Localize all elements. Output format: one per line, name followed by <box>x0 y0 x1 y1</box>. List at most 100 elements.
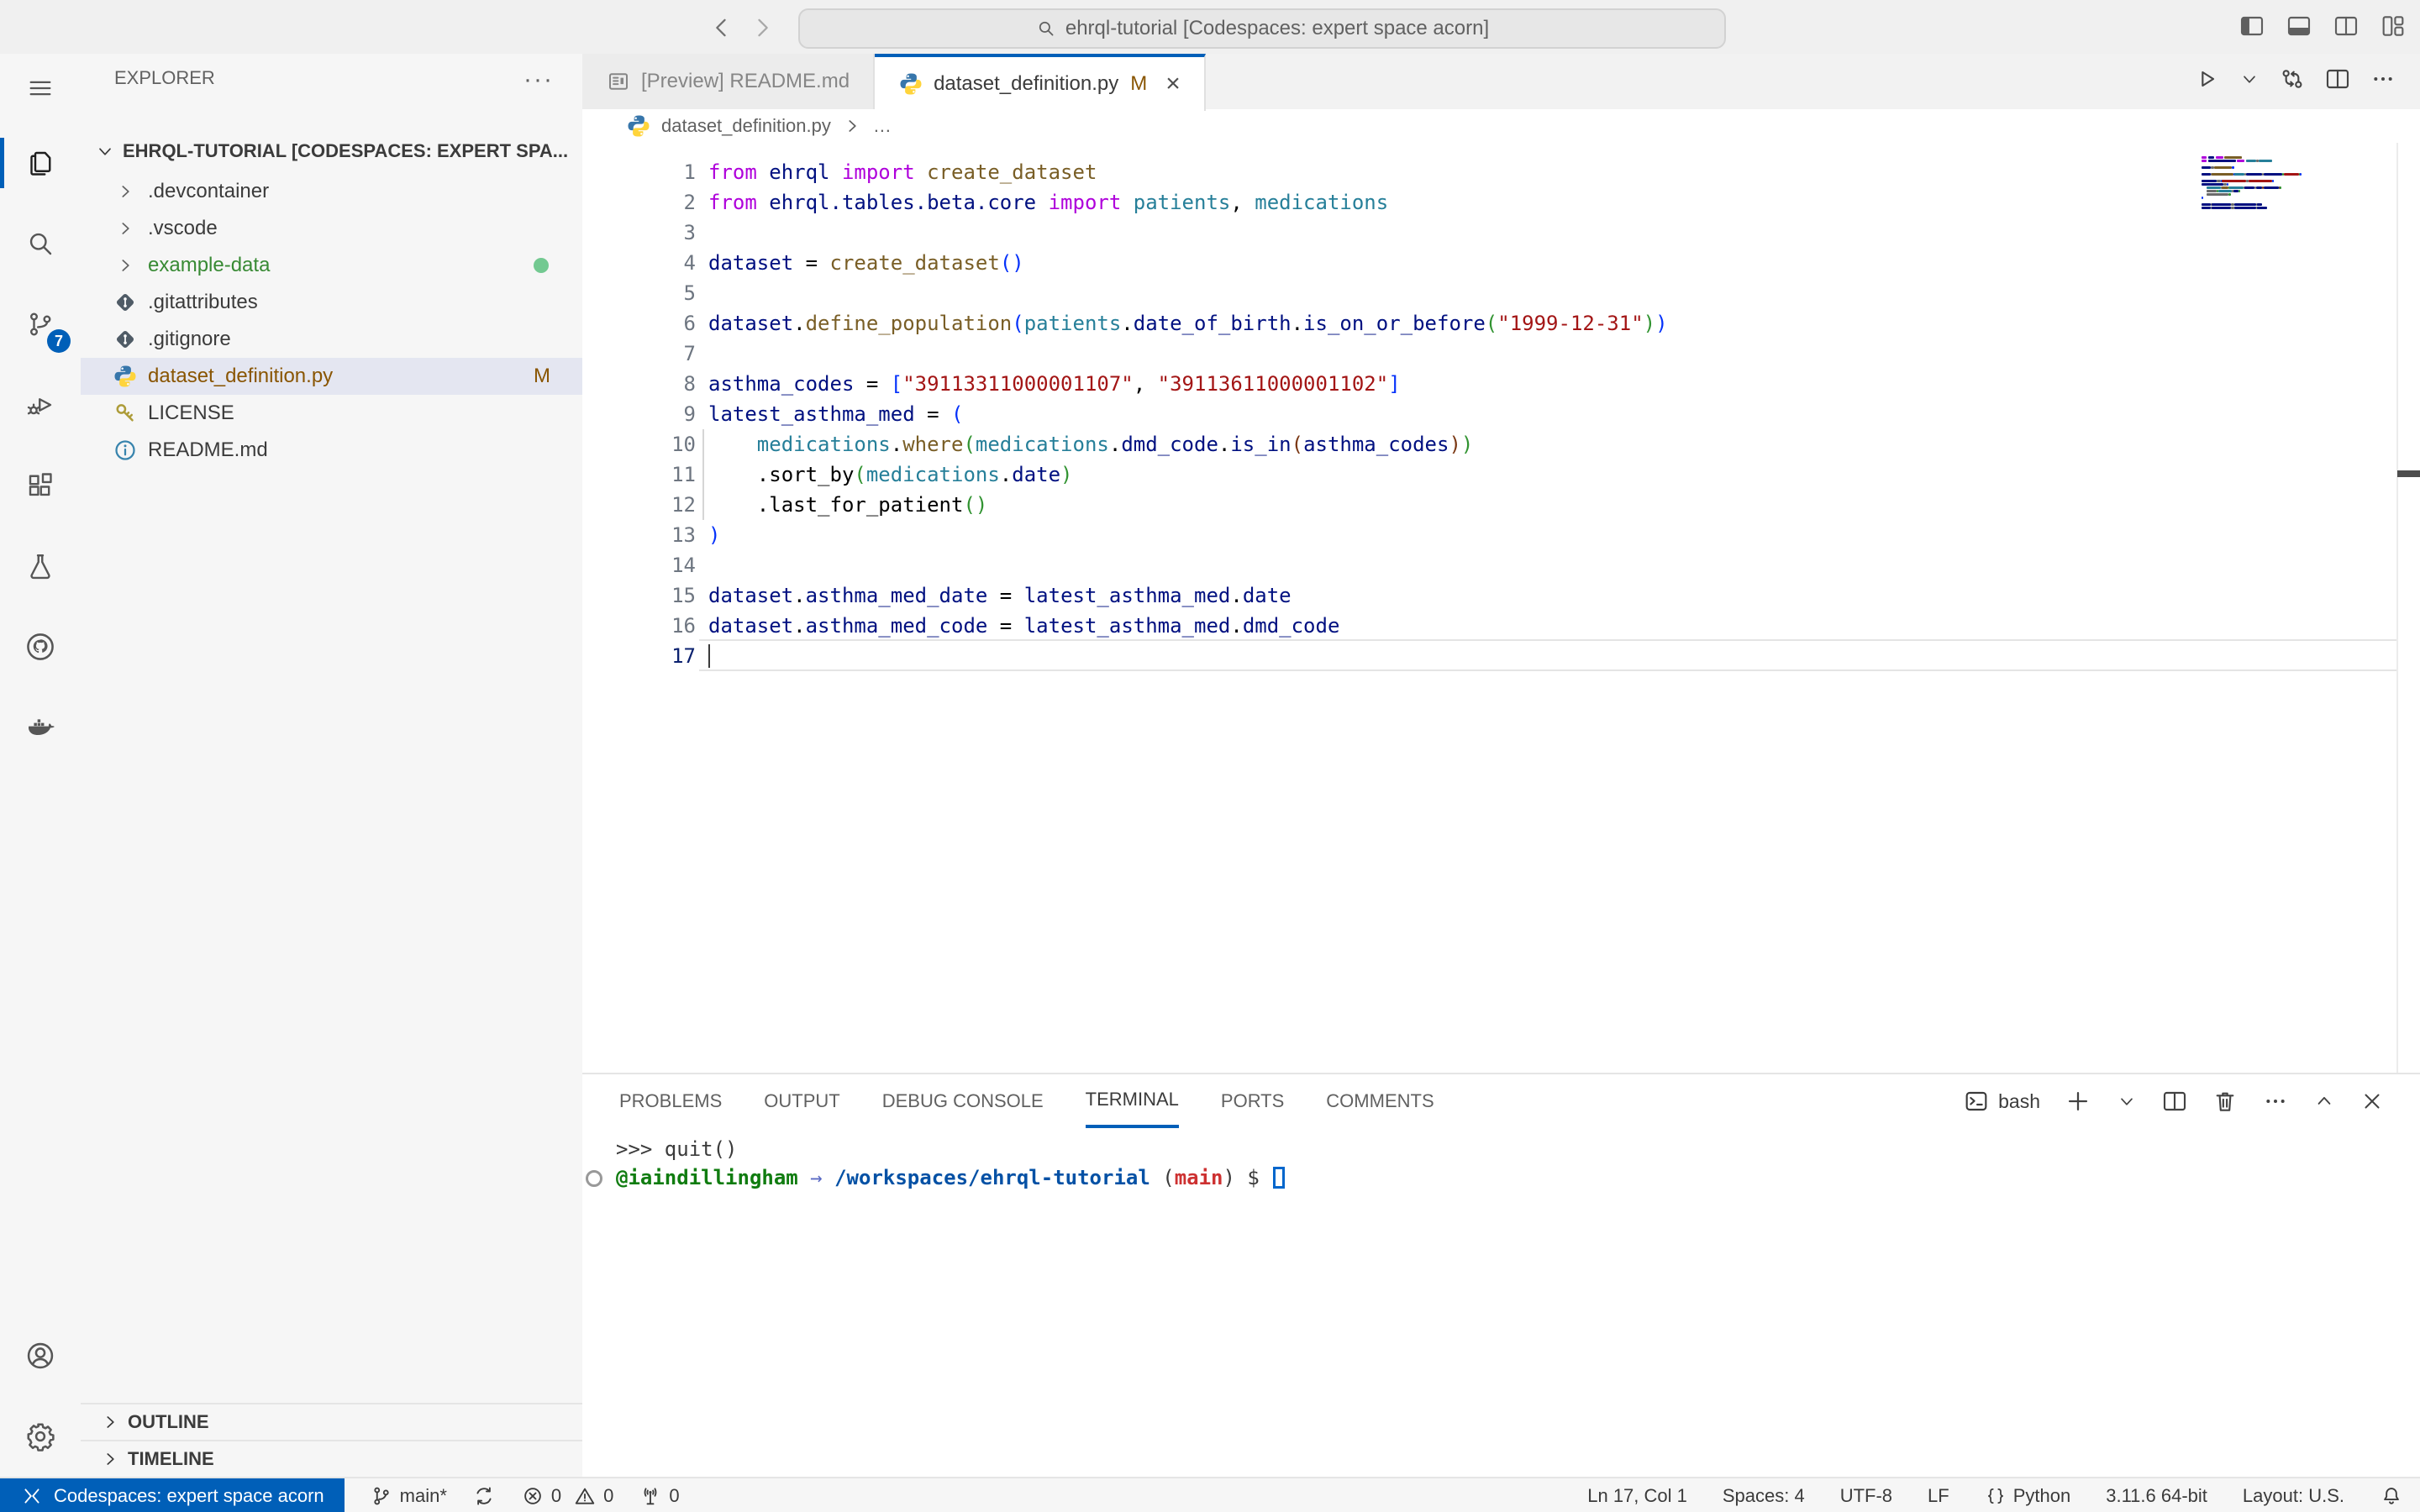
new-terminal-icon[interactable] <box>2064 1087 2092 1116</box>
remote-indicator[interactable]: Codespaces: expert space acorn <box>0 1478 345 1512</box>
layout-toggle-icon[interactable] <box>2380 13 2407 39</box>
maximize-panel-icon[interactable] <box>2312 1089 2336 1113</box>
status-item-ln-17-col-1[interactable]: Ln 17, Col 1 <box>1587 1485 1687 1507</box>
activity-bar-account[interactable] <box>0 1315 81 1396</box>
status-item-3-11-6-64-bit[interactable]: 3.11.6 64-bit <box>2106 1485 2207 1507</box>
changes-icon[interactable] <box>2279 66 2306 92</box>
line-number[interactable]: 15 <box>582 580 696 611</box>
run-python-file-icon[interactable] <box>2193 66 2220 92</box>
line-number[interactable]: 5 <box>582 278 696 308</box>
breadcrumb-file[interactable]: dataset_definition.py <box>661 115 831 137</box>
sidebar-item--gitignore[interactable]: .gitignore <box>81 321 582 358</box>
code-line-12[interactable]: 12 .last_for_patient() <box>582 490 2396 520</box>
split-toggle-icon[interactable] <box>2333 13 2360 39</box>
code-line-14[interactable]: 14 <box>582 550 2396 580</box>
line-number[interactable]: 9 <box>582 399 696 429</box>
sidebar-item-root-folder[interactable]: EHRQL-TUTORIAL [CODESPACES: EXPERT SPA..… <box>81 129 582 173</box>
activity-bar-source-control[interactable]: 7 <box>0 284 81 365</box>
code-line-3[interactable]: 3 <box>582 218 2396 248</box>
sidebar-item-example-data[interactable]: example-data <box>81 247 582 284</box>
panel-more-icon[interactable] <box>2262 1088 2289 1115</box>
sidebar-item-readme-md[interactable]: README.md <box>81 432 582 469</box>
code-line-15[interactable]: 15dataset.asthma_med_date = latest_asthm… <box>582 580 2396 611</box>
activity-bar-testing[interactable] <box>0 526 81 606</box>
line-number[interactable]: 10 <box>582 429 696 459</box>
line-number[interactable]: 12 <box>582 490 696 520</box>
line-number[interactable]: 16 <box>582 611 696 641</box>
activity-bar-run-debug[interactable] <box>0 365 81 445</box>
terminal-instance-bash[interactable]: bash <box>1963 1088 2040 1115</box>
line-number[interactable]: 1 <box>582 157 696 187</box>
code-line-10[interactable]: 10 medications.where(medications.dmd_cod… <box>582 429 2396 459</box>
split-icon[interactable] <box>2324 66 2351 92</box>
code-line-2[interactable]: 2from ehrql.tables.beta.core import pati… <box>582 187 2396 218</box>
panel-tab-problems[interactable]: PROBLEMS <box>619 1074 722 1128</box>
activity-bar-docker[interactable] <box>0 687 81 768</box>
back-icon[interactable] <box>708 13 736 42</box>
sidebar-item--devcontainer[interactable]: .devcontainer <box>81 173 582 210</box>
sidebar-item-license[interactable]: LICENSE <box>81 395 582 432</box>
panel-bottom-toggle-icon[interactable] <box>2286 13 2312 39</box>
close-tab-icon[interactable]: × <box>1165 71 1181 97</box>
panel-tab-debug-console[interactable]: DEBUG CONSOLE <box>882 1074 1044 1128</box>
line-number[interactable]: 3 <box>582 218 696 248</box>
code-line-17[interactable]: 17 <box>582 641 2396 671</box>
status-item-sync[interactable] <box>472 1484 496 1508</box>
activity-bar-search[interactable] <box>0 203 81 284</box>
line-number[interactable]: 13 <box>582 520 696 550</box>
panel-tab-output[interactable]: OUTPUT <box>764 1074 839 1128</box>
line-number[interactable]: 17 <box>582 641 696 671</box>
command-center-search[interactable]: ehrql-tutorial [Codespaces: expert space… <box>798 8 1726 49</box>
forward-icon[interactable] <box>748 13 776 42</box>
overview-ruler[interactable] <box>2396 143 2420 1073</box>
line-number[interactable]: 11 <box>582 459 696 490</box>
status-item-0[interactable]: 0 <box>639 1484 679 1508</box>
activity-bar-menu[interactable] <box>0 54 81 123</box>
status-item-spaces-4[interactable]: Spaces: 4 <box>1723 1485 1805 1507</box>
activity-bar-files[interactable] <box>0 123 81 203</box>
split-terminal-icon[interactable] <box>2161 1088 2188 1115</box>
close-panel-icon[interactable] <box>2360 1089 2385 1114</box>
status-item-utf-8[interactable]: UTF-8 <box>1840 1485 1892 1507</box>
code-line-6[interactable]: 6dataset.define_population(patients.date… <box>582 308 2396 339</box>
code-line-5[interactable]: 5 <box>582 278 2396 308</box>
code-line-7[interactable]: 7 <box>582 339 2396 369</box>
kill-terminal-icon[interactable] <box>2212 1088 2238 1115</box>
code-line-11[interactable]: 11 .sort_by(medications.date) <box>582 459 2396 490</box>
code-line-4[interactable]: 4dataset = create_dataset() <box>582 248 2396 278</box>
status-item-layout-u-s-[interactable]: Layout: U.S. <box>2243 1485 2344 1507</box>
code-line-13[interactable]: 13) <box>582 520 2396 550</box>
tab--preview-readme-md[interactable]: [Preview] README.md <box>582 54 875 109</box>
status-item-lf[interactable]: LF <box>1928 1485 1949 1507</box>
status-item-0[interactable]: 0 <box>573 1484 613 1508</box>
activity-bar-extensions[interactable] <box>0 445 81 526</box>
activity-bar-settings[interactable] <box>0 1396 81 1477</box>
line-number[interactable]: 6 <box>582 308 696 339</box>
line-number[interactable]: 8 <box>582 369 696 399</box>
line-number[interactable]: 7 <box>582 339 696 369</box>
code-line-16[interactable]: 16dataset.asthma_med_code = latest_asthm… <box>582 611 2396 641</box>
sidebar-left-toggle-icon[interactable] <box>2238 13 2265 39</box>
terminal[interactable]: >>> quit()@iaindillingham → /workspaces/… <box>582 1135 2420 1192</box>
panel-tab-comments[interactable]: COMMENTS <box>1326 1074 1434 1128</box>
status-item-bell[interactable] <box>2380 1484 2403 1508</box>
status-item-0[interactable]: 0 <box>521 1484 561 1508</box>
ellipsis-icon[interactable] <box>2370 66 2396 92</box>
activity-bar-github[interactable] <box>0 606 81 687</box>
command-decoration-icon[interactable] <box>586 1170 602 1187</box>
status-item-python[interactable]: Python <box>1985 1485 2071 1507</box>
line-number[interactable]: 14 <box>582 550 696 580</box>
code-line-8[interactable]: 8asthma_codes = ["39113311000001107", "3… <box>582 369 2396 399</box>
sidebar-item--vscode[interactable]: .vscode <box>81 210 582 247</box>
explorer-more-actions[interactable]: ··· <box>523 66 554 94</box>
panel-tab-ports[interactable]: PORTS <box>1221 1074 1284 1128</box>
code-line-1[interactable]: 1from ehrql import create_dataset <box>582 157 2396 187</box>
chev-down-icon[interactable] <box>2238 68 2260 90</box>
breadcrumb-symbol[interactable]: … <box>873 115 892 137</box>
sidebar-item-dataset-definition-py[interactable]: dataset_definition.pyM <box>81 358 582 395</box>
outline-section[interactable]: OUTLINE <box>81 1403 582 1440</box>
sidebar-item--gitattributes[interactable]: .gitattributes <box>81 284 582 321</box>
line-number[interactable]: 2 <box>582 187 696 218</box>
panel-tab-terminal[interactable]: TERMINAL <box>1086 1074 1179 1128</box>
code-line-9[interactable]: 9latest_asthma_med = ( <box>582 399 2396 429</box>
